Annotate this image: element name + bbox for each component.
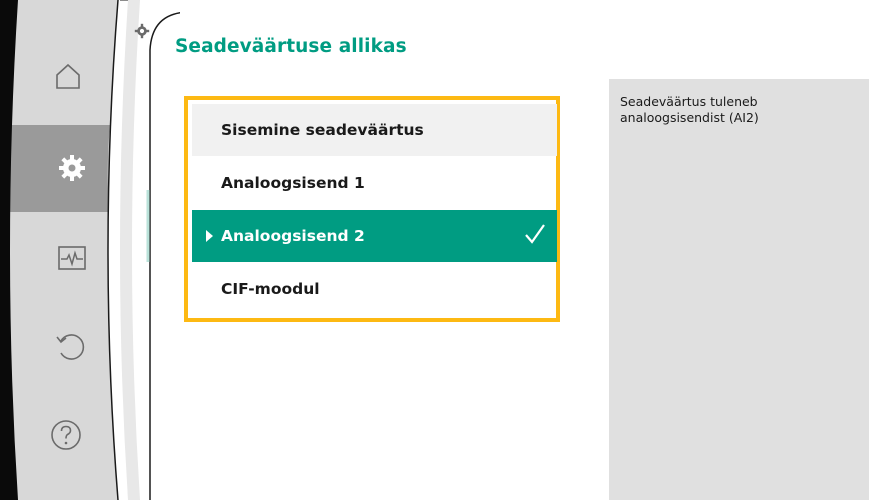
list-item-label: Sisemine seadeväärtus bbox=[221, 121, 424, 139]
home-icon bbox=[56, 63, 80, 89]
sidebar-item-settings[interactable] bbox=[42, 143, 102, 193]
list-item-label: Analoogsisend 2 bbox=[221, 227, 365, 245]
diagnostics-icon bbox=[58, 246, 86, 270]
info-panel: Seadeväärtus tuleneb analoogsisendist (A… bbox=[609, 79, 869, 500]
list-item-internal-setpoint[interactable]: Sisemine seadeväärtus bbox=[192, 104, 557, 156]
help-icon bbox=[51, 420, 81, 450]
list-item-analog-input-2[interactable]: Analoogsisend 2 bbox=[192, 210, 557, 262]
selection-arrow-icon bbox=[206, 230, 213, 242]
page-title: Seadeväärtuse allikas bbox=[175, 36, 407, 57]
list-item-cif-module[interactable]: CIF-moodul bbox=[192, 263, 557, 315]
sidebar-item-diagnostics[interactable] bbox=[42, 233, 102, 283]
info-text: Seadeväärtus tuleneb analoogsisendist (A… bbox=[620, 94, 759, 125]
list-item-analog-input-1[interactable]: Analoogsisend 1 bbox=[192, 157, 557, 209]
sidebar-item-restore[interactable] bbox=[40, 321, 100, 371]
checkmark-icon bbox=[525, 224, 545, 244]
sidebar-item-help[interactable] bbox=[36, 410, 96, 460]
sidebar-item-home[interactable] bbox=[38, 51, 98, 101]
restore-icon bbox=[56, 334, 85, 360]
setpoint-source-list: Sisemine seadeväärtus Analoogsisend 1 An… bbox=[184, 96, 560, 322]
gear-icon bbox=[134, 23, 150, 39]
list-item-label: Analoogsisend 1 bbox=[221, 174, 365, 192]
gear-icon bbox=[59, 155, 85, 181]
list-item-label: CIF-moodul bbox=[221, 280, 320, 298]
